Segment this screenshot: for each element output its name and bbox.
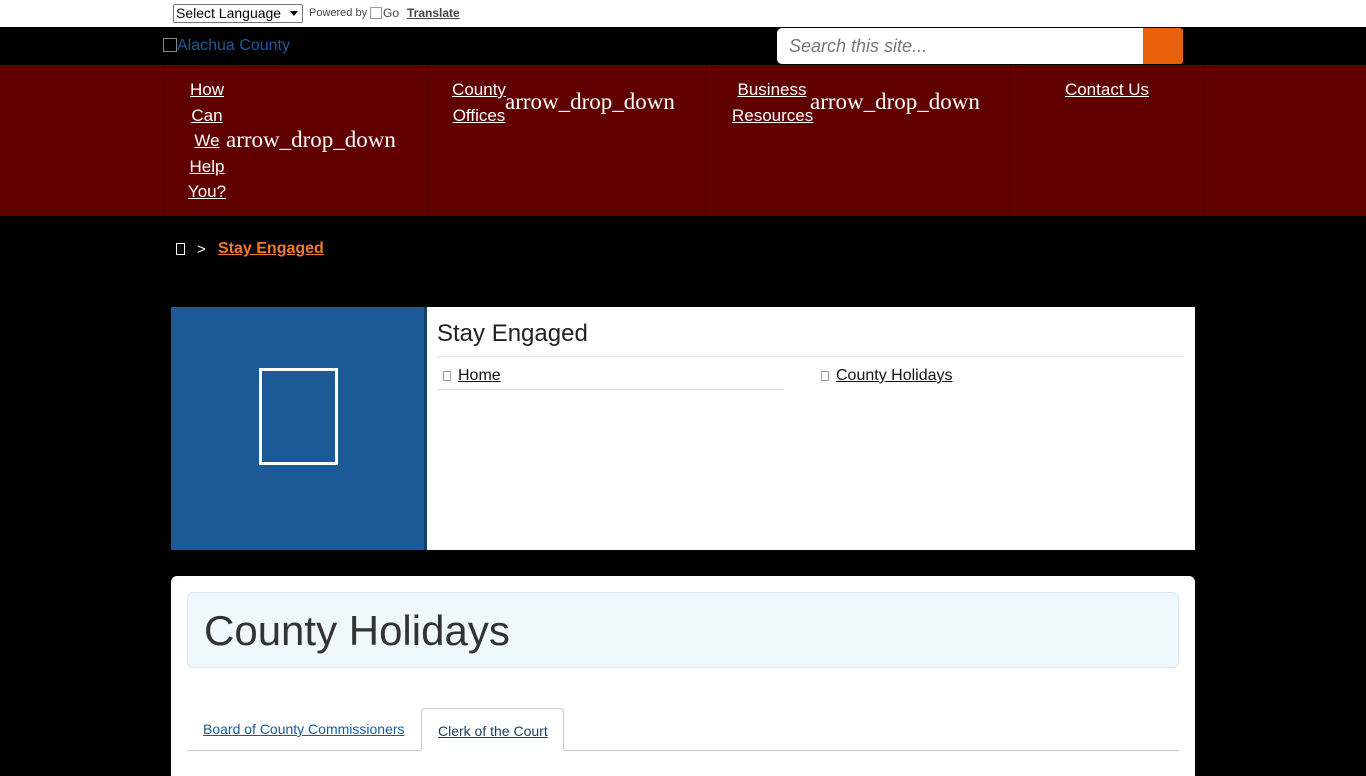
nav-link-line: County <box>452 80 506 99</box>
nav-link-contact-us[interactable]: Contact Us <box>1011 77 1203 103</box>
nav-item-contact-us[interactable]: Contact Us <box>1010 65 1204 216</box>
breadcrumb-current[interactable]: Stay Engaged <box>218 240 324 258</box>
broken-image-icon <box>163 38 177 52</box>
section-icon <box>259 368 338 465</box>
nav-item-business-resources[interactable]: Business Resources arrow_drop_down <box>706 65 1011 216</box>
tab-clerk-label[interactable]: Clerk of the Court <box>438 723 548 739</box>
title-box: County Holidays <box>187 592 1179 668</box>
section-link-home[interactable]: Home <box>443 367 501 385</box>
search-input[interactable]: Search this site... <box>777 28 1143 64</box>
nav-link-line: Help <box>189 156 225 176</box>
nav-link-line: You? <box>187 182 227 201</box>
logo-alt-text: Alachua County <box>177 37 290 54</box>
nav-item-how-can-we-help[interactable]: How Can We Help You? arrow_drop_down <box>163 65 428 216</box>
home-icon[interactable] <box>176 243 185 255</box>
google-logo: Go <box>370 6 404 22</box>
arrow-drop-down-icon: arrow_drop_down <box>810 89 980 114</box>
section-link-label[interactable]: Home <box>458 367 501 384</box>
breadcrumb-separator: > <box>197 241 206 258</box>
nav-link-line: How <box>189 80 224 99</box>
section-icon-panel <box>171 307 427 550</box>
translate-link[interactable]: Translate <box>407 6 460 20</box>
section-title: Stay Engaged <box>437 320 588 347</box>
powered-by-text: Powered by <box>309 7 368 19</box>
nav-link-county-offices[interactable]: County Offices <box>451 77 507 128</box>
site-logo[interactable]: Alachua County <box>163 37 290 55</box>
section-links-panel: Stay Engaged Home County Holidays <box>427 307 1195 550</box>
page-icon <box>821 371 829 381</box>
page-title: County Holidays <box>204 607 510 654</box>
section-link-label[interactable]: County Holidays <box>836 367 953 384</box>
nav-link-line: Contact Us <box>1064 80 1150 99</box>
broken-image-icon <box>370 7 382 19</box>
tab-clerk-of-the-court[interactable]: Clerk of the Court <box>421 708 564 751</box>
nav-link-line: Resources <box>732 105 814 125</box>
site-header: Alachua County Search this site... <box>0 27 1366 65</box>
nav-link-line: We <box>194 131 220 150</box>
language-select[interactable]: Select Language <box>173 4 303 23</box>
content-card: County Holidays Board of County Commissi… <box>171 576 1195 776</box>
arrow-drop-down-icon: arrow_drop_down <box>505 89 675 114</box>
translate-bar: Select Language Powered by Go Translate <box>0 0 1366 27</box>
search-button[interactable] <box>1143 28 1183 64</box>
nav-link-how-can-we-help[interactable]: How Can We Help You? <box>182 77 232 205</box>
nav-link-business-resources[interactable]: Business Resources <box>732 77 814 128</box>
google-logo-alt: Go <box>383 6 400 20</box>
divider <box>437 389 784 390</box>
arrow-drop-down-icon: arrow_drop_down <box>226 127 396 152</box>
page-icon <box>443 371 451 381</box>
main-nav: How Can We Help You? arrow_drop_down Cou… <box>0 65 1366 216</box>
nav-link-line: Can <box>191 105 223 125</box>
chevron-down-icon <box>290 11 298 16</box>
nav-item-county-offices[interactable]: County Offices arrow_drop_down <box>427 65 707 216</box>
nav-link-line: Business <box>737 80 807 99</box>
nav-link-line: Offices <box>452 105 506 125</box>
tabs-divider <box>187 750 1179 751</box>
divider <box>437 356 1184 357</box>
section-link-county-holidays[interactable]: County Holidays <box>821 367 953 385</box>
language-select-value: Select Language <box>176 5 282 21</box>
search-placeholder: Search this site... <box>789 36 928 56</box>
tab-board-of-county-commissioners[interactable]: Board of County Commissioners <box>203 721 405 737</box>
